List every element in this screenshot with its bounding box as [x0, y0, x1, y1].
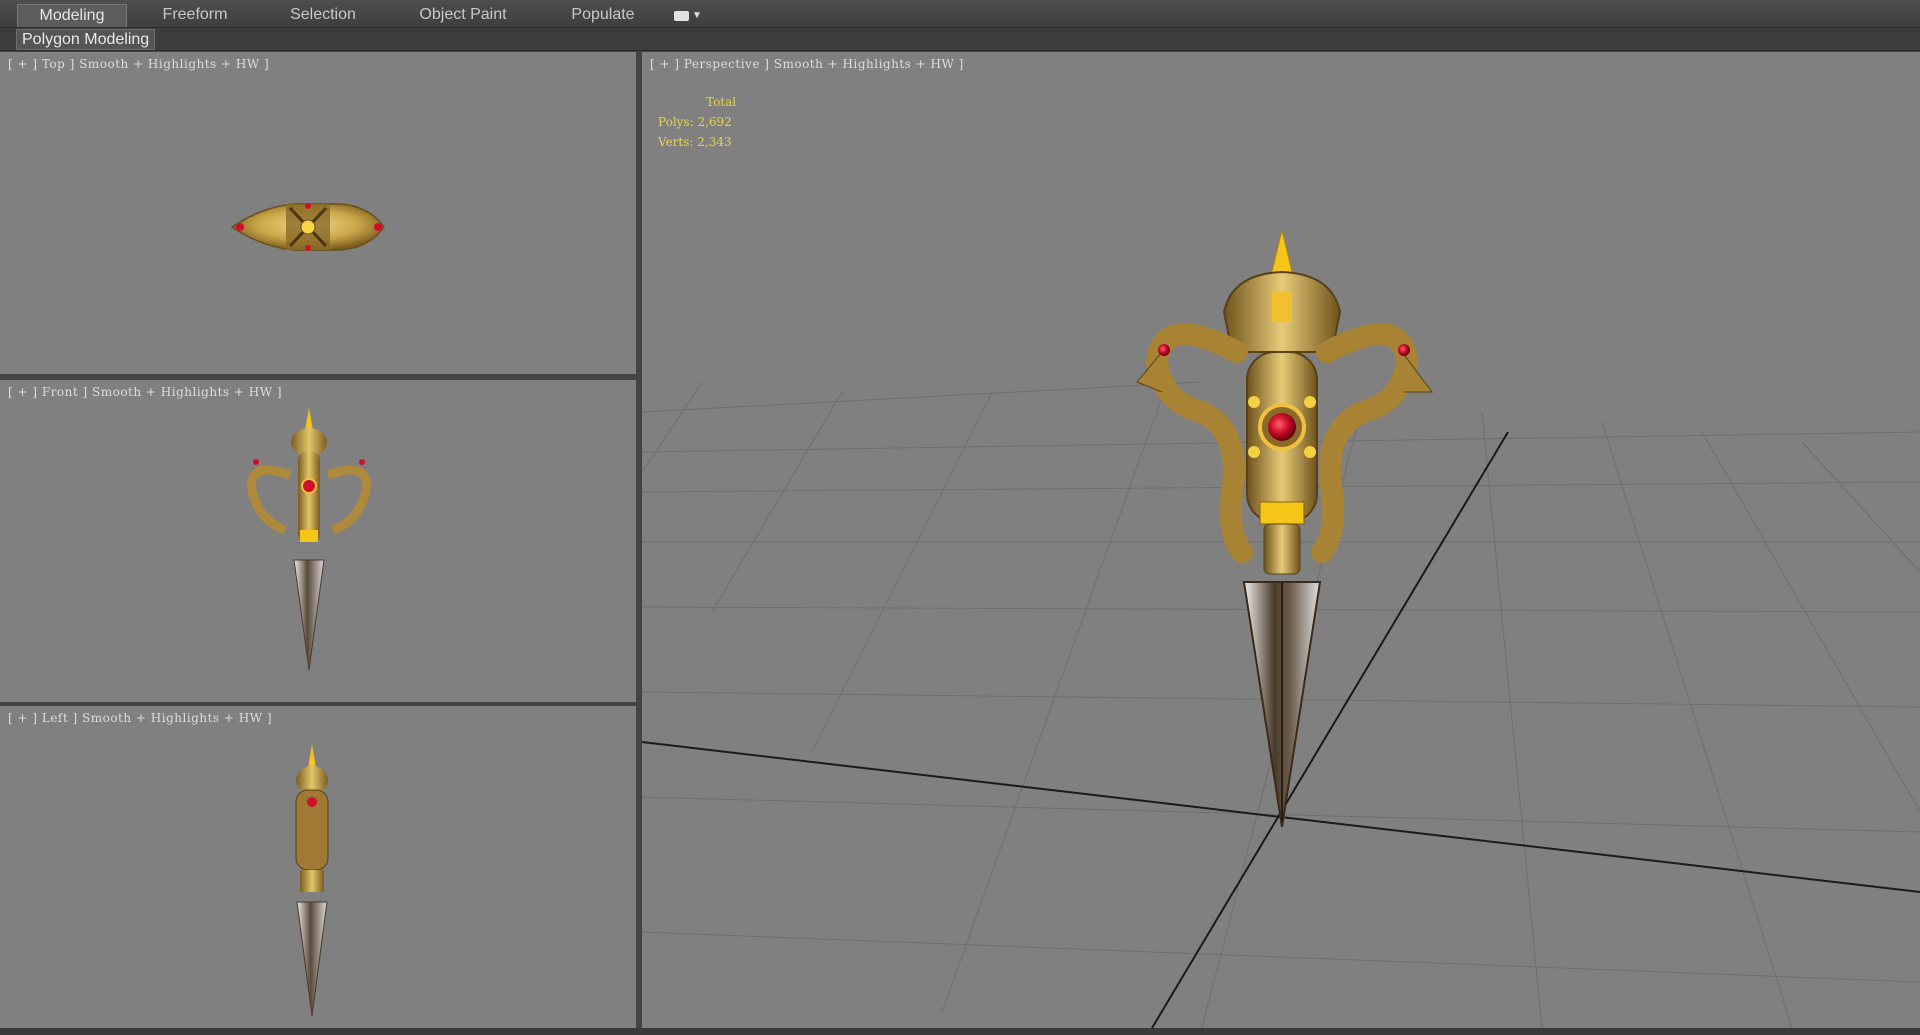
status-bar [0, 1028, 1920, 1035]
viewport-front[interactable]: [ + ] Front ] Smooth + Highlights + HW ] [0, 380, 636, 702]
dagger-left-view [295, 744, 329, 1017]
ribbon-options-dropdown[interactable]: ▼ [674, 7, 702, 21]
polygon-modeling-panel[interactable]: Polygon Modeling [16, 29, 156, 50]
viewport-top[interactable]: [ + ] Top ] Smooth + Highlights + HW ] [0, 52, 636, 374]
tab-populate[interactable]: Populate [548, 4, 658, 26]
ribbon-panel-bar: Polygon Modeling [0, 28, 1920, 51]
viewport-left[interactable]: [ + ] Left ] Smooth + Highlights + HW ] [0, 706, 636, 1028]
perspective-scene [642, 229, 1920, 1028]
chevron-down-icon: ▼ [692, 10, 702, 22]
viewport-perspective[interactable]: [ + ] Perspective ] Smooth + Highlights … [642, 52, 1920, 1028]
tab-freeform[interactable]: Freeform [140, 4, 250, 26]
tab-object-paint[interactable]: Object Paint [408, 4, 518, 26]
dagger-model [1136, 229, 1433, 828]
dagger-top-view [230, 203, 385, 251]
dagger-front-view [247, 408, 371, 671]
tab-selection[interactable]: Selection [268, 4, 378, 26]
ribbon-tab-bar: Modeling Freeform Selection Object Paint… [0, 0, 1920, 28]
ribbon-toggle-icon [674, 10, 689, 21]
tab-modeling[interactable]: Modeling [17, 4, 127, 27]
